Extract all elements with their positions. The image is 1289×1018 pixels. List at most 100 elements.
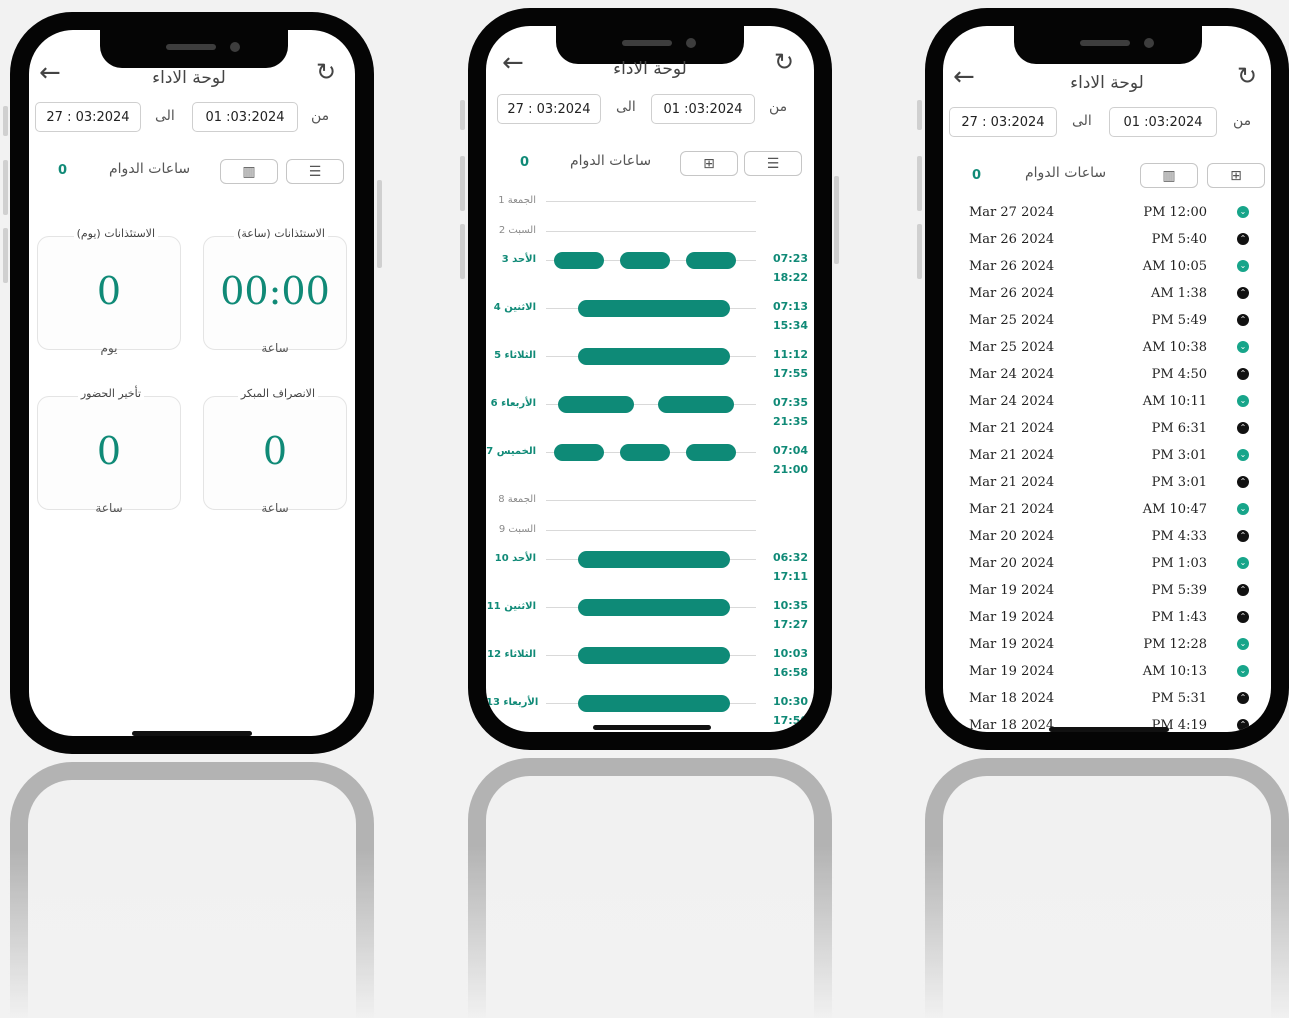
back-arrow-icon[interactable]: ← [502,50,524,76]
record-date: Mar 27 2024 [969,205,1055,220]
record-date: Mar 19 2024 [969,664,1055,679]
refresh-icon[interactable]: ↻ [316,60,336,84]
day-label: 11 الاثنين [486,601,536,612]
record-time: PM 3:01 [1151,475,1207,490]
check-out-time: 21:35 [773,415,809,428]
record-date: Mar 26 2024 [969,259,1055,274]
refresh-icon[interactable]: ↻ [774,50,794,74]
stat-card-late-arrival: تأخير الحضور 0 ساعة [37,387,181,515]
check-in-time: 10:35 [773,599,809,612]
work-period-bar[interactable] [558,396,634,413]
list-view-button[interactable]: ☰ [744,151,802,176]
record-time: PM 5:40 [1151,232,1207,247]
from-date-field[interactable]: 01 :03:2024 [651,94,755,124]
check-in-icon: ⌄ [1237,665,1249,677]
volume-down-button [460,224,465,279]
record-date: Mar 25 2024 [969,340,1055,355]
refresh-icon[interactable]: ↻ [1237,64,1257,88]
timeline-track [546,231,756,232]
chart-view-button[interactable]: ▥ [1140,163,1198,188]
record-date: Mar 21 2024 [969,475,1055,490]
record-time: PM 5:31 [1151,691,1207,706]
volume-down-button [917,224,922,279]
record-time: AM 10:11 [1142,394,1207,409]
to-date-field[interactable]: 27 : 03:2024 [949,107,1057,137]
notch [100,30,288,68]
check-out-time: 17:50 [773,714,809,727]
work-period-bar[interactable] [620,444,670,461]
hours-value: 0 [520,155,530,170]
record-time: AM 1:38 [1150,286,1207,301]
check-in-time: 11:12 [773,348,809,361]
record-date: Mar 21 2024 [969,448,1055,463]
from-label: من [311,108,330,124]
mute-switch [460,100,465,130]
check-in-time: 10:03 [773,647,809,660]
hours-label: ساعات الدوام [1025,165,1107,181]
check-in-time: 07:35 [773,396,809,409]
work-period-bar[interactable] [620,252,670,269]
day-label: 9 السبت [498,524,536,535]
phone-reflection [923,758,1289,1018]
work-period-bar[interactable] [658,396,734,413]
timeline-track [546,500,756,501]
check-out-icon: ⌃ [1237,530,1249,542]
volume-up-button [460,156,465,211]
check-in-time: 07:23 [773,252,809,265]
hours-value: 0 [58,163,68,178]
card-unit: ساعة [261,501,289,515]
page-title: لوحة الاداء [152,68,226,88]
from-date-field[interactable]: 01 :03:2024 [192,102,298,132]
work-period-bar[interactable] [686,252,736,269]
grid-view-button[interactable]: ⊞ [680,151,738,176]
work-period-bar[interactable] [578,695,730,712]
check-out-icon: ⌃ [1237,368,1249,380]
grid-view-button[interactable]: ⊞ [1207,163,1265,188]
home-indicator[interactable] [593,725,711,730]
back-arrow-icon[interactable]: ← [953,64,975,90]
day-label: 6 الأربعاء [490,398,536,409]
day-label: 2 السبت [498,225,536,236]
check-in-icon: ⌄ [1237,260,1249,272]
record-time: AM 10:13 [1142,664,1207,679]
to-date-field[interactable]: 27 : 03:2024 [497,94,601,124]
home-indicator[interactable] [1049,727,1169,732]
work-period-bar[interactable] [554,444,604,461]
work-period-bar[interactable] [554,252,604,269]
timeline-track [546,201,756,202]
check-in-time: 07:04 [773,444,809,457]
card-title: الانصراف المبكر [237,387,318,400]
home-indicator[interactable] [132,731,252,736]
record-time: PM 6:31 [1151,421,1207,436]
bar-chart-icon: ▥ [1162,167,1176,184]
check-in-icon: ⌄ [1237,341,1249,353]
power-button [377,180,382,268]
record-date: Mar 21 2024 [969,421,1055,436]
from-date-field[interactable]: 01 :03:2024 [1109,107,1217,137]
hours-label: ساعات الدوام [570,153,652,169]
check-in-icon: ⌄ [1237,449,1249,461]
grid-icon: ⊞ [703,155,715,172]
work-period-bar[interactable] [578,647,730,664]
back-arrow-icon[interactable]: ← [39,60,61,86]
to-date-field[interactable]: 27 : 03:2024 [35,102,141,132]
power-button [834,176,839,264]
work-period-bar[interactable] [578,551,730,568]
work-period-bar[interactable] [578,599,730,616]
notch [1014,26,1202,64]
timeline-track [546,530,756,531]
chart-view-button[interactable]: ▥ [220,159,278,184]
work-period-bar[interactable] [686,444,736,461]
work-period-bar[interactable] [578,348,730,365]
list-view-button[interactable]: ☰ [286,159,344,184]
check-in-time: 07:13 [773,300,809,313]
work-period-bar[interactable] [578,300,730,317]
volume-up-button [3,160,8,215]
day-label: 12 الثلاثاء [487,649,536,660]
card-value: 00:00 [220,269,330,313]
record-time: PM 5:49 [1151,313,1207,328]
card-value: 0 [96,269,122,313]
record-date: Mar 19 2024 [969,610,1055,625]
record-time: PM 1:03 [1151,556,1207,571]
check-out-icon: ⌃ [1237,584,1249,596]
